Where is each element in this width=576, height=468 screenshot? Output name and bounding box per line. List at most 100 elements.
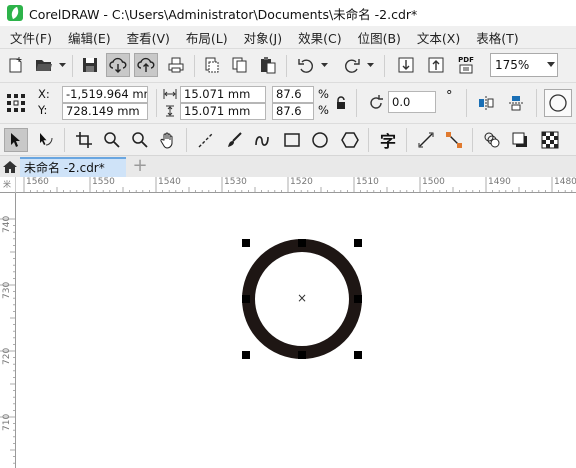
document-tab-bar: 未命名 -2.cdr* + [0, 155, 576, 178]
selection-handle-top-left[interactable] [242, 239, 250, 247]
toolbox: 字 [0, 123, 576, 155]
crop-tool[interactable] [72, 128, 96, 152]
dimension-icon [418, 132, 434, 148]
pick-tool[interactable] [4, 128, 28, 152]
new-document-button[interactable] [4, 53, 28, 77]
save-button[interactable] [78, 53, 102, 77]
magnifier-icon [104, 132, 120, 148]
selection-handle-bottom-right[interactable] [354, 351, 362, 359]
zoom-out-tool[interactable] [128, 128, 152, 152]
magnifier-icon [132, 132, 148, 148]
scale-height-field[interactable]: 87.6 [272, 103, 314, 120]
height-field[interactable]: 15.071 mm [180, 103, 266, 120]
mirror-vertical-button[interactable] [504, 91, 528, 115]
connector-tool[interactable] [442, 128, 466, 152]
toolbar-divider [536, 89, 537, 117]
selection-handle-bottom-left[interactable] [242, 351, 250, 359]
publish-pdf-button[interactable]: PDF [454, 53, 478, 77]
rectangle-tool[interactable] [280, 128, 304, 152]
chevron-down-icon [547, 62, 555, 67]
object-origin-button[interactable] [4, 91, 28, 115]
ellipse-shape-button[interactable] [544, 89, 572, 117]
ruler-label: 1540 [158, 177, 181, 187]
toolbar-divider [156, 89, 157, 117]
polygon-tool[interactable] [338, 128, 362, 152]
pdf-label: PDF [458, 56, 474, 64]
zoom-tool[interactable] [100, 128, 124, 152]
chevron-down-icon [58, 62, 66, 67]
zoom-level-select[interactable]: 175% [490, 53, 558, 77]
undo-button[interactable] [294, 53, 318, 77]
shape-tool-icon [40, 133, 53, 146]
ruler-corner[interactable]: 米 [0, 177, 16, 193]
rotate-icon [370, 95, 383, 109]
shape-tool[interactable] [34, 128, 58, 152]
ruler-label: 1490 [488, 177, 511, 187]
y-position-field[interactable]: 728.149 mm [62, 103, 148, 120]
ruler-label: 1510 [356, 177, 379, 187]
add-tab-button[interactable]: + [130, 157, 150, 177]
document-tab[interactable]: 未命名 -2.cdr* [20, 157, 126, 178]
hexagon-icon [341, 132, 359, 148]
selection-handle-left[interactable] [242, 295, 250, 303]
bezier-tool[interactable] [250, 128, 274, 152]
vertical-ruler[interactable]: 740 730 720 710 [0, 193, 16, 468]
selection-handle-right[interactable] [354, 295, 362, 303]
redo-button[interactable] [340, 53, 364, 77]
artistic-media-tool[interactable] [222, 128, 246, 152]
selection-handle-top[interactable] [298, 239, 306, 247]
open-button[interactable] [32, 53, 56, 77]
menu-file[interactable]: 文件(F) [4, 28, 58, 47]
redo-dropdown-caret[interactable] [366, 53, 374, 77]
menu-effects[interactable]: 效果(C) [292, 28, 347, 47]
transparency-tool[interactable] [538, 128, 562, 152]
export-button[interactable] [424, 53, 448, 77]
open-dropdown-caret[interactable] [58, 53, 66, 77]
menu-view[interactable]: 查看(V) [121, 28, 176, 47]
cloud-upload-icon [137, 57, 155, 72]
menu-table[interactable]: 表格(T) [470, 28, 524, 47]
drop-shadow-tool[interactable] [508, 128, 532, 152]
drawing-canvas[interactable]: × [17, 194, 576, 468]
import-button[interactable] [394, 53, 418, 77]
pan-tool[interactable] [156, 128, 180, 152]
scale-width-field[interactable]: 87.6 [272, 86, 314, 103]
selection-handle-top-right[interactable] [354, 239, 362, 247]
toolbar-divider [186, 128, 187, 152]
blend-tool[interactable] [480, 128, 504, 152]
menu-object[interactable]: 对象(J) [238, 28, 288, 47]
undo-dropdown-caret[interactable] [320, 53, 328, 77]
welcome-tab-button[interactable] [0, 156, 20, 178]
mirror-horizontal-button[interactable] [474, 91, 498, 115]
cloud-download-button[interactable] [106, 53, 130, 77]
cloud-upload-button[interactable] [134, 53, 158, 77]
print-button[interactable] [164, 53, 188, 77]
rotation-angle-field[interactable]: 0.0 [388, 91, 436, 113]
selection-handle-bottom[interactable] [298, 351, 306, 359]
toolbar-divider [472, 128, 473, 152]
toolbar-divider [72, 55, 73, 77]
menu-bitmaps[interactable]: 位图(B) [352, 28, 407, 47]
ruler-label: 1550 [92, 177, 115, 187]
menu-layout[interactable]: 布局(L) [180, 28, 234, 47]
menu-text[interactable]: 文本(X) [411, 28, 466, 47]
folder-open-icon [36, 60, 52, 71]
ellipse-tool[interactable] [308, 128, 332, 152]
copy-button[interactable] [228, 53, 252, 77]
horizontal-ruler[interactable]: 1560 1550 1540 1530 1520 1510 1500 1490 … [16, 177, 576, 193]
freehand-tool[interactable] [194, 128, 218, 152]
cut-button[interactable] [200, 53, 224, 77]
dimension-tool[interactable] [414, 128, 438, 152]
toolbar-divider [406, 128, 407, 152]
menu-edit[interactable]: 编辑(E) [62, 28, 117, 47]
object-origin-icon [7, 94, 25, 112]
y-label: Y: [38, 103, 48, 117]
lock-ratio-button[interactable] [332, 93, 350, 113]
width-field[interactable]: 15.071 mm [180, 86, 266, 103]
canvas-drawing [242, 239, 362, 359]
toolbar-divider [194, 55, 195, 77]
text-tool[interactable]: 字 [376, 128, 400, 152]
paste-button[interactable] [256, 53, 280, 77]
toolbar-divider [356, 89, 357, 117]
x-position-field[interactable]: -1,519.964 mm [62, 86, 148, 103]
